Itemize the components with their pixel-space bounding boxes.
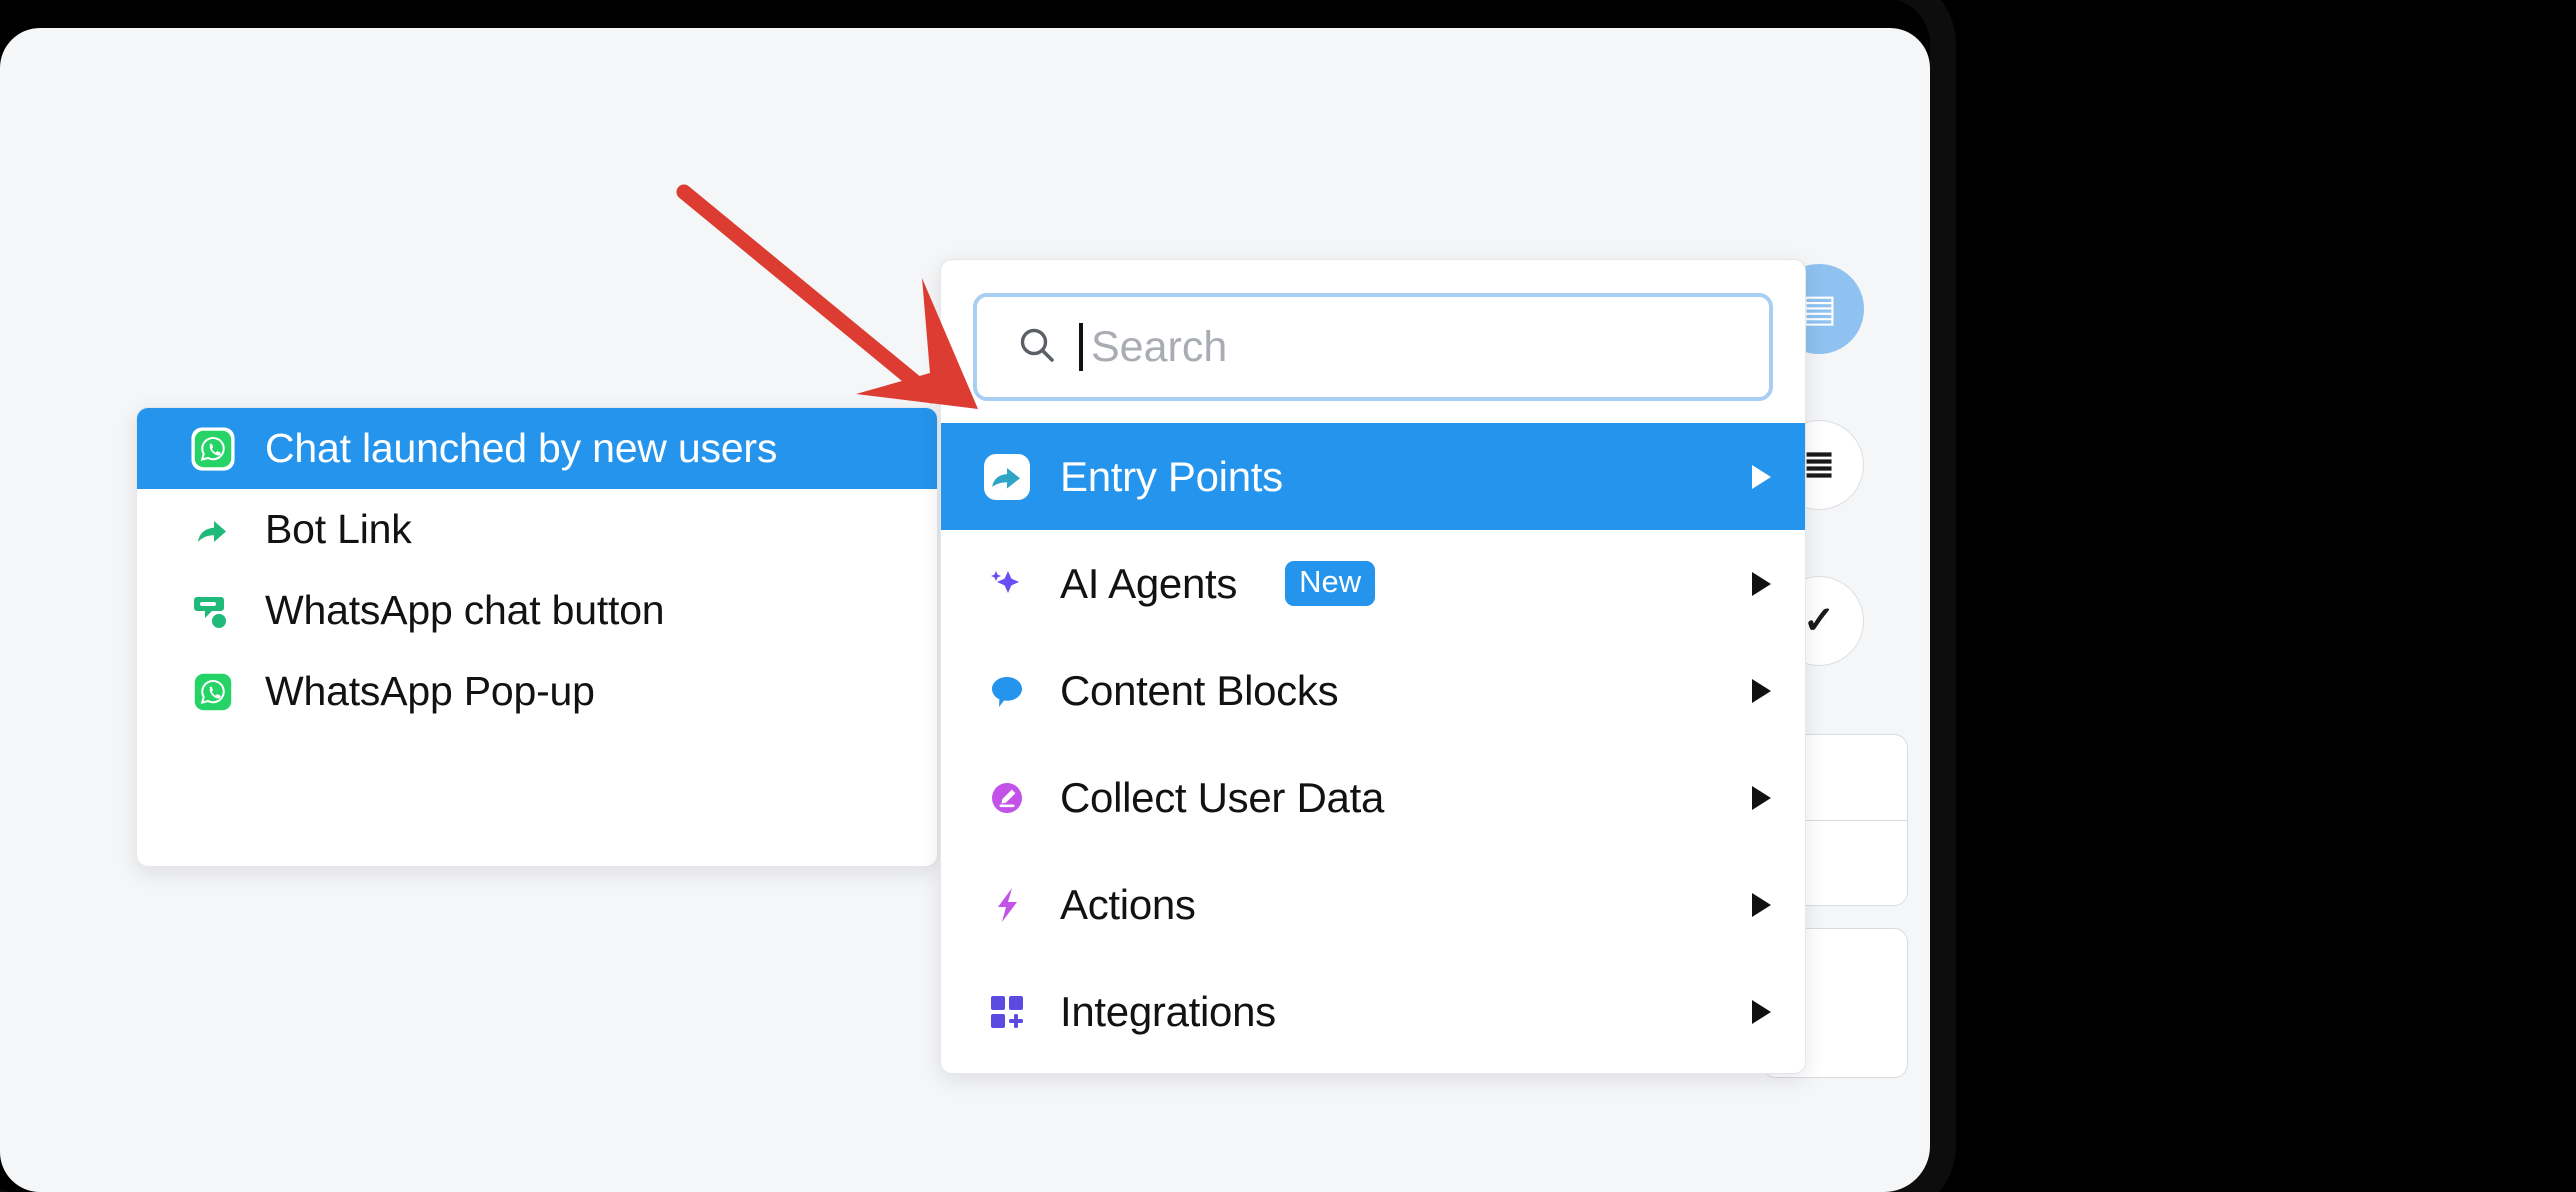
search-field-wrapper[interactable]: [973, 293, 1773, 401]
menu-item-label: Entry Points: [1060, 452, 1283, 500]
chevron-right-icon: [1752, 785, 1771, 810]
menu-item-label: Content Blocks: [1060, 666, 1339, 714]
chevron-right-icon: [1752, 464, 1771, 489]
chevron-right-icon: [1752, 892, 1771, 917]
left-menu-item-chat-launched[interactable]: Chat launched by new users: [137, 408, 937, 489]
bg-accent-button-icon: ▤: [1801, 288, 1837, 330]
menu-item-content-blocks[interactable]: Content Blocks: [941, 637, 1805, 744]
chevron-right-icon: [1752, 571, 1771, 596]
left-menu-item-whatsapp-popup[interactable]: WhatsApp Pop-up: [137, 651, 937, 732]
chevron-right-icon: [1752, 678, 1771, 703]
menu-item-collect-user-data[interactable]: Collect User Data: [941, 744, 1805, 851]
text-caret: [1079, 323, 1083, 371]
menu-item-label: AI Agents: [1060, 559, 1238, 607]
app-canvas: ▤ ≣ ✓ Chat launched by new users Bot Lin…: [0, 28, 1930, 1192]
bg-check-icon: ✓: [1803, 600, 1835, 642]
bg-list-icon: ≣: [1803, 444, 1835, 486]
menu-item-entry-points[interactable]: Entry Points: [941, 423, 1805, 530]
chevron-right-icon: [1752, 999, 1771, 1024]
pencil-circle-icon: [984, 775, 1030, 821]
menu-item-actions[interactable]: Actions: [941, 851, 1805, 958]
sparkles-icon: [984, 561, 1030, 607]
whatsapp-icon: [189, 425, 237, 473]
grid-plus-icon: [984, 989, 1030, 1035]
menu-item-integrations[interactable]: Integrations: [941, 958, 1805, 1065]
chat-bubble-dot-icon: [189, 587, 237, 635]
share-arrow-icon: [189, 506, 237, 554]
block-category-menu[interactable]: Entry Points AI Agents New Content: [940, 259, 1806, 1074]
search-icon: [1015, 323, 1059, 372]
left-menu-item-label: Bot Link: [265, 506, 412, 552]
entry-points-submenu[interactable]: Chat launched by new users Bot Link What…: [136, 407, 938, 867]
left-menu-item-label: WhatsApp Pop-up: [265, 668, 595, 714]
left-menu-item-bot-link[interactable]: Bot Link: [137, 489, 937, 570]
speech-bubble-icon: [984, 668, 1030, 714]
left-menu-item-label: Chat launched by new users: [265, 425, 778, 471]
menu-item-label: Collect User Data: [1060, 773, 1385, 821]
lightning-bolt-icon: [984, 882, 1030, 928]
menu-item-ai-agents[interactable]: AI Agents New: [941, 530, 1805, 637]
search-input[interactable]: [1091, 322, 1769, 372]
menu-item-label: Integrations: [1060, 987, 1276, 1035]
left-menu-item-whatsapp-chat-button[interactable]: WhatsApp chat button: [137, 570, 937, 651]
whatsapp-icon: [189, 668, 237, 716]
left-menu-item-label: WhatsApp chat button: [265, 587, 665, 633]
entry-points-arrow-icon: [984, 453, 1030, 500]
status-badge: New: [1285, 561, 1376, 606]
menu-item-label: Actions: [1060, 880, 1196, 928]
